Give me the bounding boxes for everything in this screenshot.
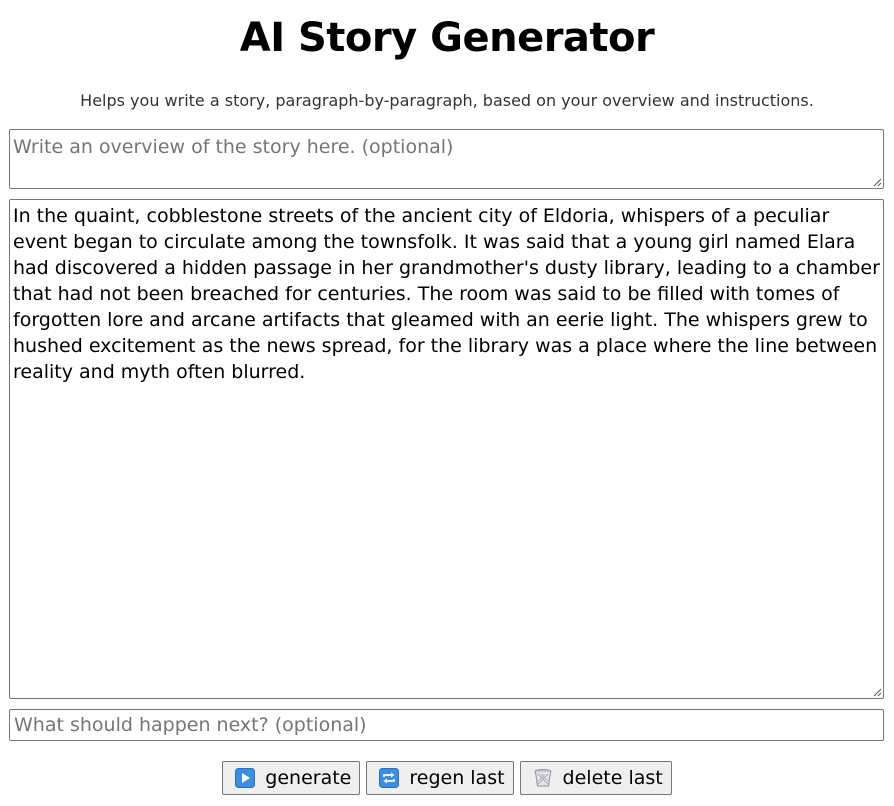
regen-last-button-label: regen last — [409, 767, 505, 789]
delete-last-button-label: delete last — [562, 767, 663, 789]
resize-grip-icon[interactable] — [872, 177, 882, 187]
next-instruction-input[interactable] — [9, 709, 884, 741]
regen-last-button[interactable]: regen last — [366, 761, 514, 795]
action-button-row: generate regen last delete last — [0, 761, 894, 795]
resize-grip-icon[interactable] — [872, 687, 882, 697]
generate-button[interactable]: generate — [222, 761, 361, 795]
play-icon — [235, 768, 256, 788]
story-textarea[interactable]: In the quaint, cobblestone streets of th… — [9, 199, 884, 699]
delete-last-button[interactable]: delete last — [519, 761, 672, 795]
page-subtitle: Helps you write a story, paragraph-by-pa… — [80, 91, 814, 110]
page-title: AI Story Generator — [239, 15, 655, 61]
generate-button-label: generate — [265, 767, 352, 789]
app-page: AI Story Generator Helps you write a sto… — [0, 0, 894, 806]
repeat-icon — [379, 768, 400, 788]
wastebasket-icon — [534, 769, 552, 787]
overview-textarea[interactable] — [9, 129, 884, 189]
